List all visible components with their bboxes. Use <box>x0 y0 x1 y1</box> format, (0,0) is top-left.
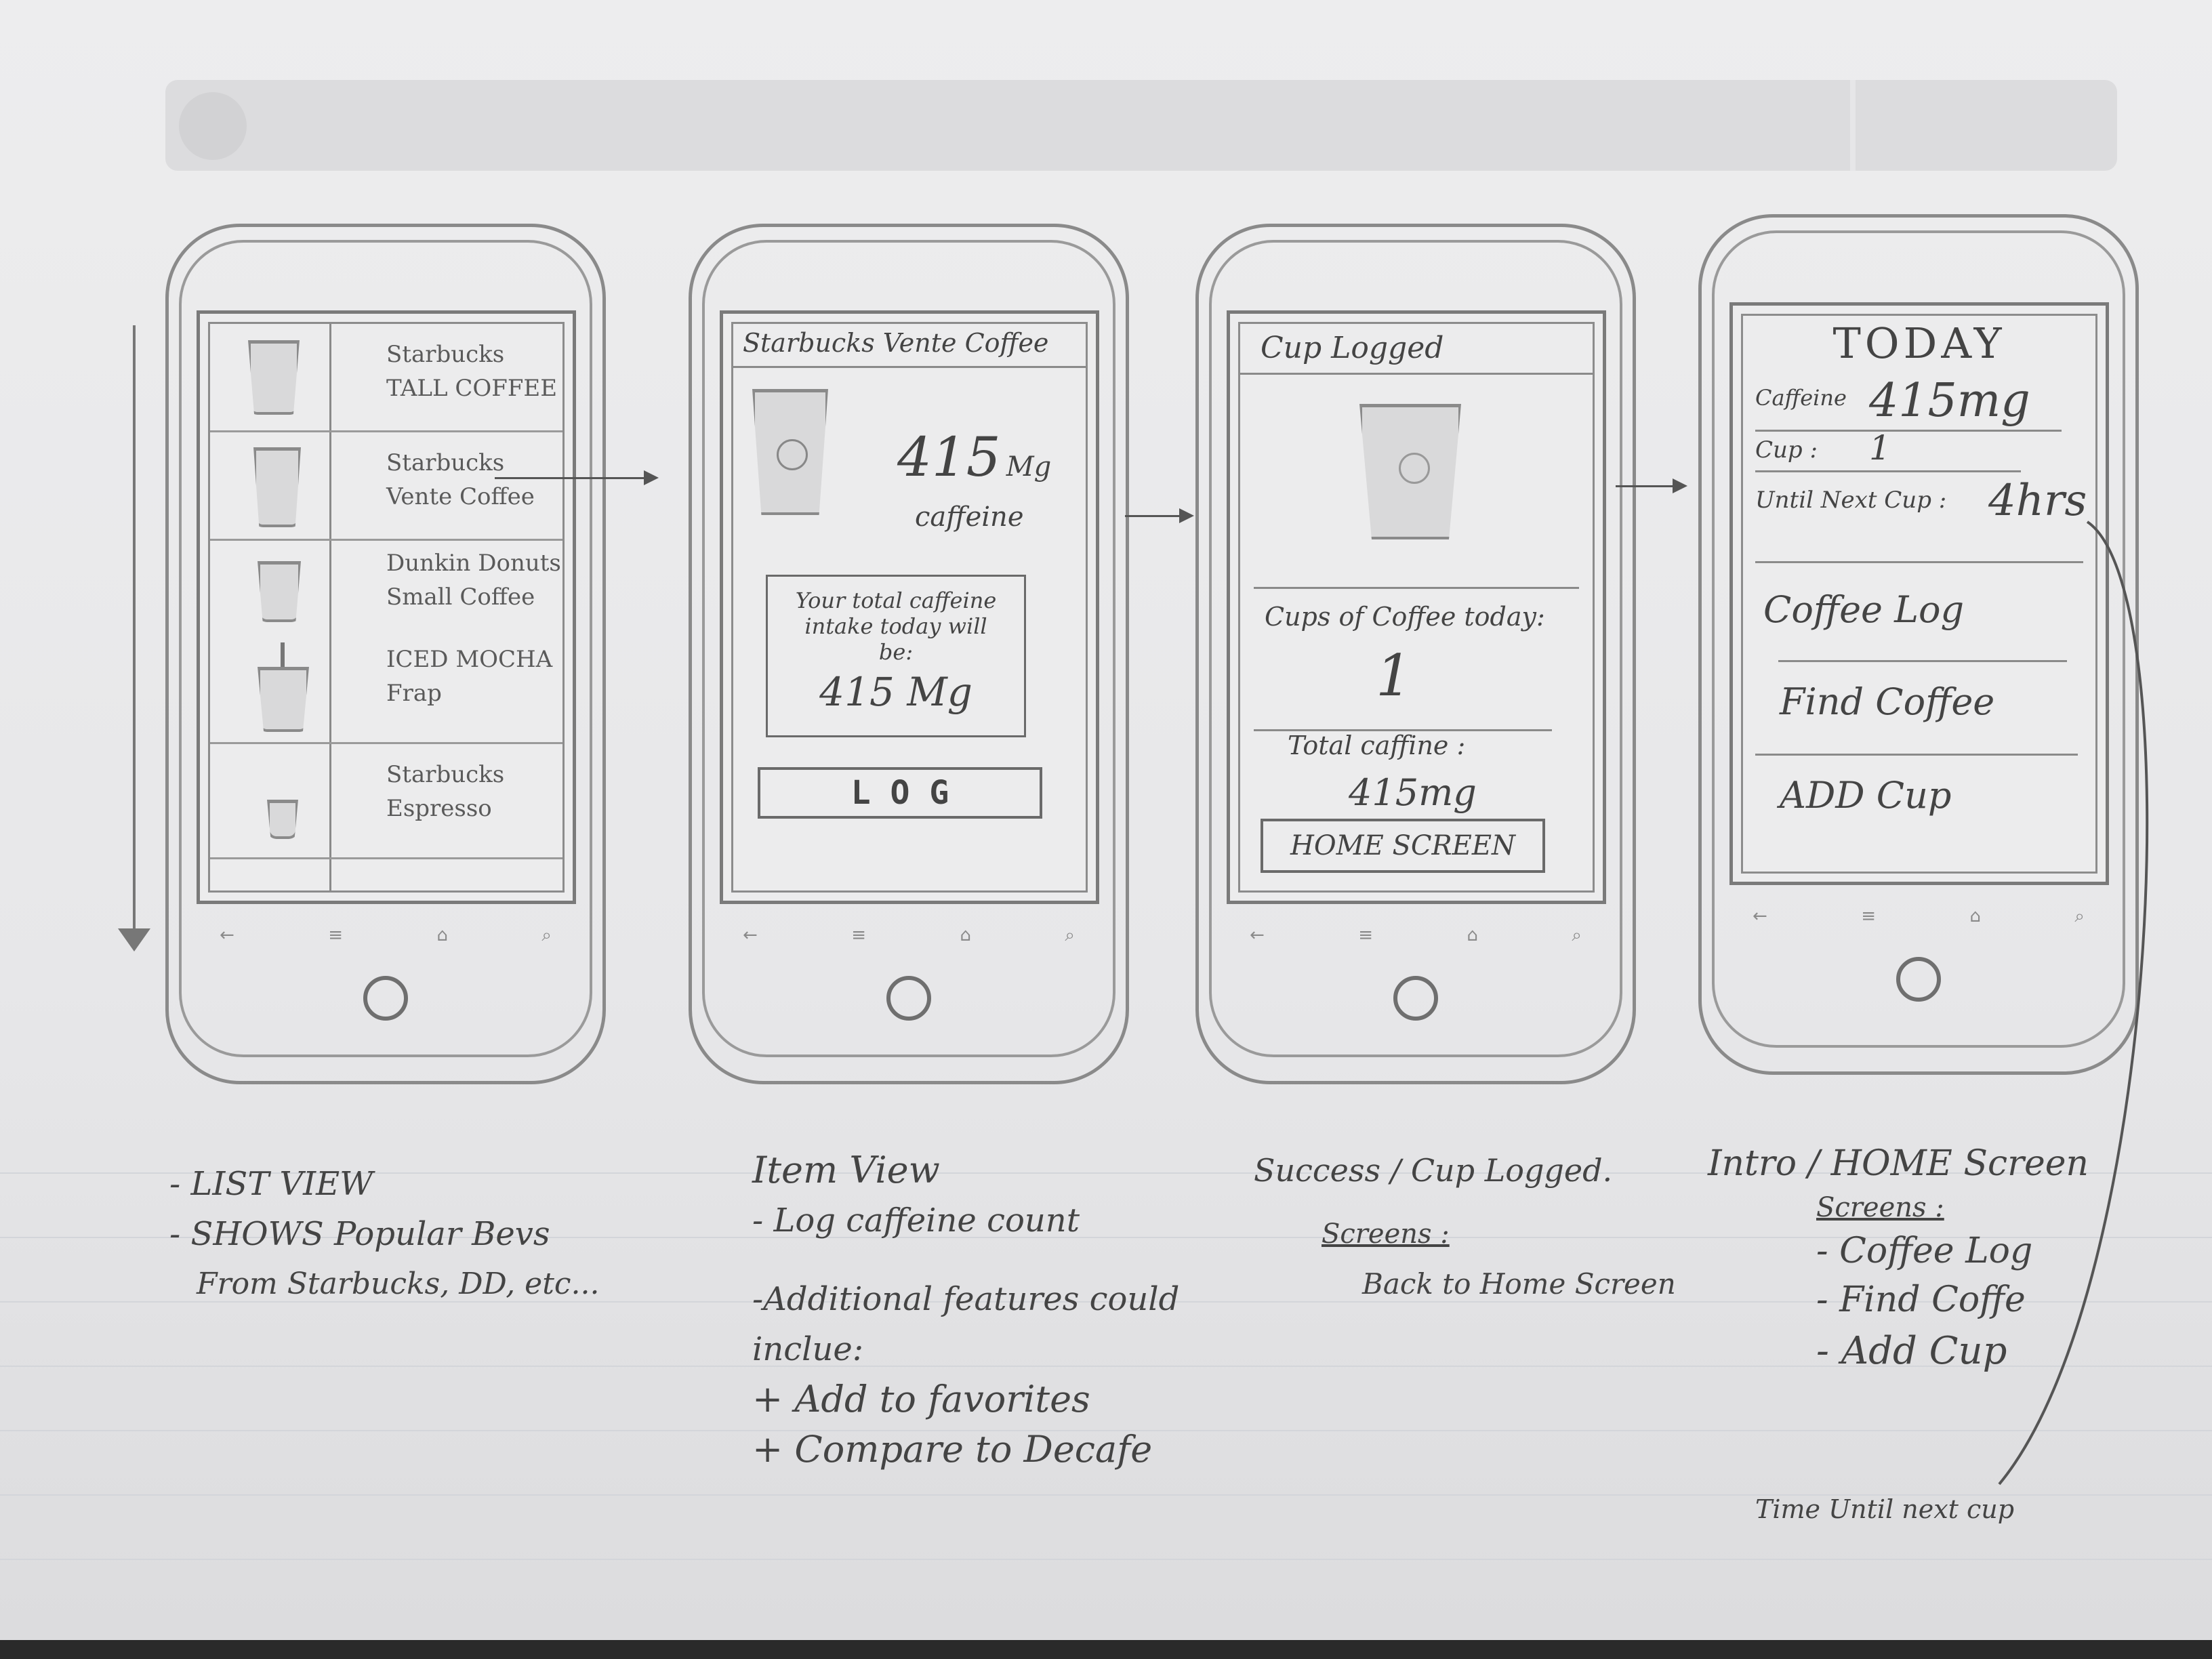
note-item-view: Item View - Log caffeine count -Addition… <box>752 1145 1179 1475</box>
note-home-screen: Intro / HOME Screen Screens : - Coffee L… <box>1708 1139 2089 1378</box>
note-line: + Add to favorites <box>752 1378 1090 1420</box>
note-line: + Compare to Decafe <box>752 1428 1153 1471</box>
note-line: Back to Home Screen <box>1362 1267 1676 1300</box>
note-line: - LIST VIEW <box>169 1165 373 1203</box>
note-line: - Log caffeine count <box>752 1202 1080 1240</box>
note-cup-logged: Success / Cup Logged. Screens : Back to … <box>1254 1145 1676 1309</box>
note-title: Intro / HOME Screen <box>1708 1143 2089 1184</box>
note-line: -Additional features could <box>752 1280 1180 1318</box>
note-line: From Starbucks, DD, etc... <box>197 1267 600 1301</box>
note-subtitle: Screens : <box>1816 1192 1944 1223</box>
note-title: Item View <box>752 1149 940 1191</box>
note-line: inclue: <box>752 1330 863 1368</box>
table-edge <box>0 1640 2212 1659</box>
note-subtitle: Screens : <box>1322 1218 1450 1250</box>
note-line: - Find Coffe <box>1816 1279 2026 1320</box>
note-line: - Coffee Log <box>1816 1231 2033 1271</box>
note-line: - SHOWS Popular Bevs <box>169 1215 550 1253</box>
note-footnote: Time Until next cup <box>1755 1494 2015 1524</box>
note-title: Success / Cup Logged. <box>1254 1152 1613 1189</box>
note-list-view: - LIST VIEW - SHOWS Popular Bevs From St… <box>169 1159 600 1309</box>
note-line: - Add Cup <box>1816 1329 2007 1373</box>
